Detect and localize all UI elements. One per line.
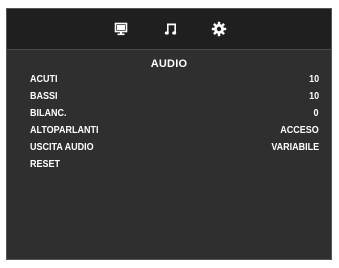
menu-item-reset[interactable]: RESET (7, 157, 331, 174)
menu-item-treble[interactable]: ACUTI 10 (7, 72, 331, 89)
menu-item-bass[interactable]: BASSI 10 (7, 89, 331, 106)
menu-item-label: BILANC. (30, 108, 67, 119)
menu-item-label: USCITA AUDIO (30, 142, 94, 153)
music-note-icon (164, 23, 177, 35)
monitor-icon (114, 22, 128, 36)
menu-title: AUDIO (150, 58, 188, 70)
menu-item-label: RESET (30, 159, 61, 170)
tab-audio[interactable] (161, 19, 181, 39)
menu-tab-bar (7, 9, 331, 50)
menu-item-value: 0 (313, 108, 319, 119)
menu-item-label: BASSI (30, 91, 58, 102)
tab-picture[interactable] (111, 19, 131, 39)
osd-menu: AUDIO ACUTI 10 BASSI 10 BILANC. 0 ALTOPA… (6, 8, 332, 260)
menu-list: ACUTI 10 BASSI 10 BILANC. 0 ALTOPARLANTI… (7, 72, 331, 174)
menu-item-label: ACUTI (30, 74, 58, 85)
menu-item-audio-out[interactable]: USCITA AUDIO VARIABILE (7, 140, 331, 157)
menu-item-speakers[interactable]: ALTOPARLANTI ACCESO (7, 123, 331, 140)
menu-item-label: ALTOPARLANTI (30, 125, 99, 136)
menu-item-value: ACCESO (280, 125, 319, 136)
menu-item-value: VARIABILE (271, 142, 319, 153)
menu-item-balance[interactable]: BILANC. 0 (7, 106, 331, 123)
menu-item-value: 10 (308, 74, 319, 85)
menu-item-value: 10 (308, 91, 319, 102)
tab-setup[interactable] (209, 19, 229, 39)
gear-icon (211, 21, 227, 37)
